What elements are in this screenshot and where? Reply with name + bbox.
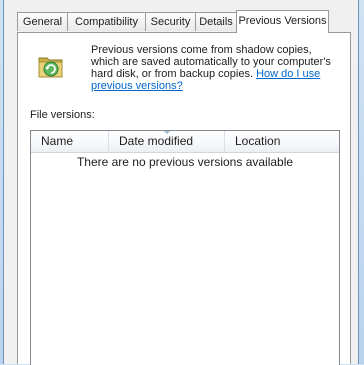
file-versions-list[interactable]: Name Date modified Location There are no… bbox=[30, 130, 340, 365]
column-header-date-label: Date modified bbox=[119, 134, 194, 148]
properties-dialog: General Compatibility Security Details P… bbox=[3, 0, 359, 365]
column-header-name[interactable]: Name bbox=[31, 131, 109, 152]
restore-folder-icon bbox=[38, 57, 63, 78]
column-header-date-modified[interactable]: Date modified bbox=[109, 131, 225, 152]
previous-versions-panel: Previous versions come from shadow copie… bbox=[17, 32, 351, 365]
empty-list-message: There are no previous versions available bbox=[76, 155, 294, 169]
info-text: Previous versions come from shadow copie… bbox=[91, 44, 339, 92]
tab-general[interactable]: General bbox=[17, 12, 68, 31]
file-versions-label: File versions: bbox=[30, 109, 95, 121]
tab-security[interactable]: Security bbox=[145, 12, 196, 31]
tab-compatibility[interactable]: Compatibility bbox=[67, 12, 146, 31]
tab-previous-versions[interactable]: Previous Versions bbox=[236, 10, 329, 33]
sort-arrow-icon bbox=[163, 131, 170, 134]
column-header-location[interactable]: Location bbox=[225, 131, 341, 152]
tab-details[interactable]: Details bbox=[195, 12, 237, 31]
list-header: Name Date modified Location bbox=[31, 131, 339, 153]
